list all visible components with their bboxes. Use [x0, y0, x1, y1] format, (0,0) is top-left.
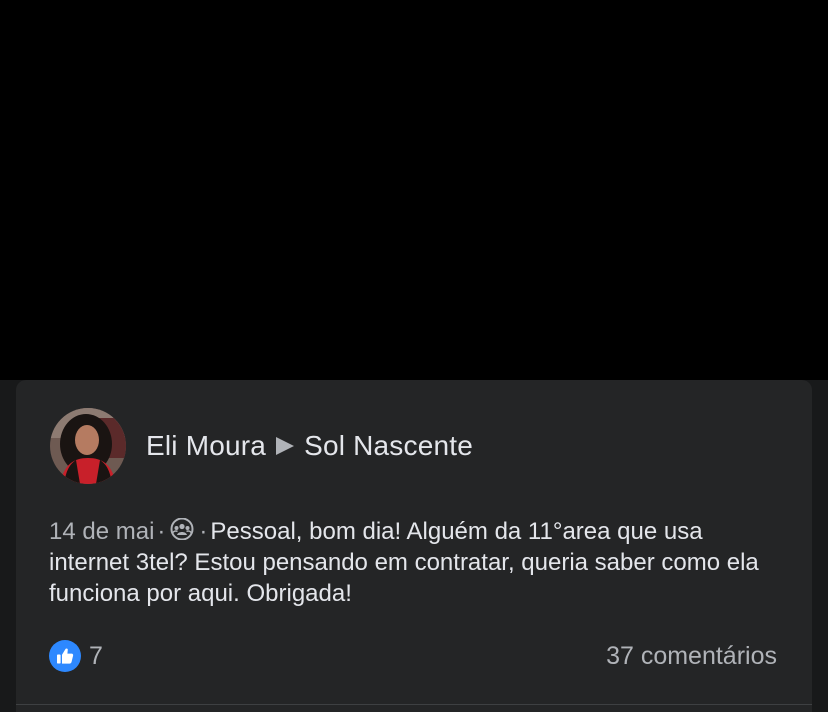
comments-count-link[interactable]: 37 comentários — [606, 642, 777, 671]
post-text: Pessoal, bom dia! Alguém da 11°area que … — [49, 518, 759, 607]
thumbs-up-icon — [57, 648, 74, 664]
post-header-text: Eli Moura Sol Nascente — [146, 430, 473, 462]
post-card: Eli Moura Sol Nascente 14 de mai · · Pesso… — [16, 380, 812, 712]
like-icon — [49, 640, 81, 672]
footer-divider — [16, 704, 812, 705]
reaction-count: 7 — [89, 641, 103, 670]
group-name[interactable]: Sol Nascente — [304, 430, 473, 462]
author-name[interactable]: Eli Moura — [146, 430, 266, 462]
meta-separator-2: · — [199, 518, 208, 545]
post-header: Eli Moura Sol Nascente — [50, 408, 473, 484]
post-footer: 7 37 comentários — [49, 640, 777, 672]
group-icon — [170, 518, 194, 540]
play-arrow-icon — [276, 437, 295, 455]
post-body: 14 de mai · · Pessoal, bom dia! Alguém da … — [49, 516, 789, 609]
meta-separator: · — [157, 518, 166, 545]
avatar-photo — [50, 408, 126, 484]
screen: Eli Moura Sol Nascente 14 de mai · · Pesso… — [0, 0, 828, 712]
author-avatar[interactable] — [50, 408, 126, 484]
post-date[interactable]: 14 de mai — [49, 518, 154, 545]
reactions-summary[interactable]: 7 — [49, 640, 103, 672]
